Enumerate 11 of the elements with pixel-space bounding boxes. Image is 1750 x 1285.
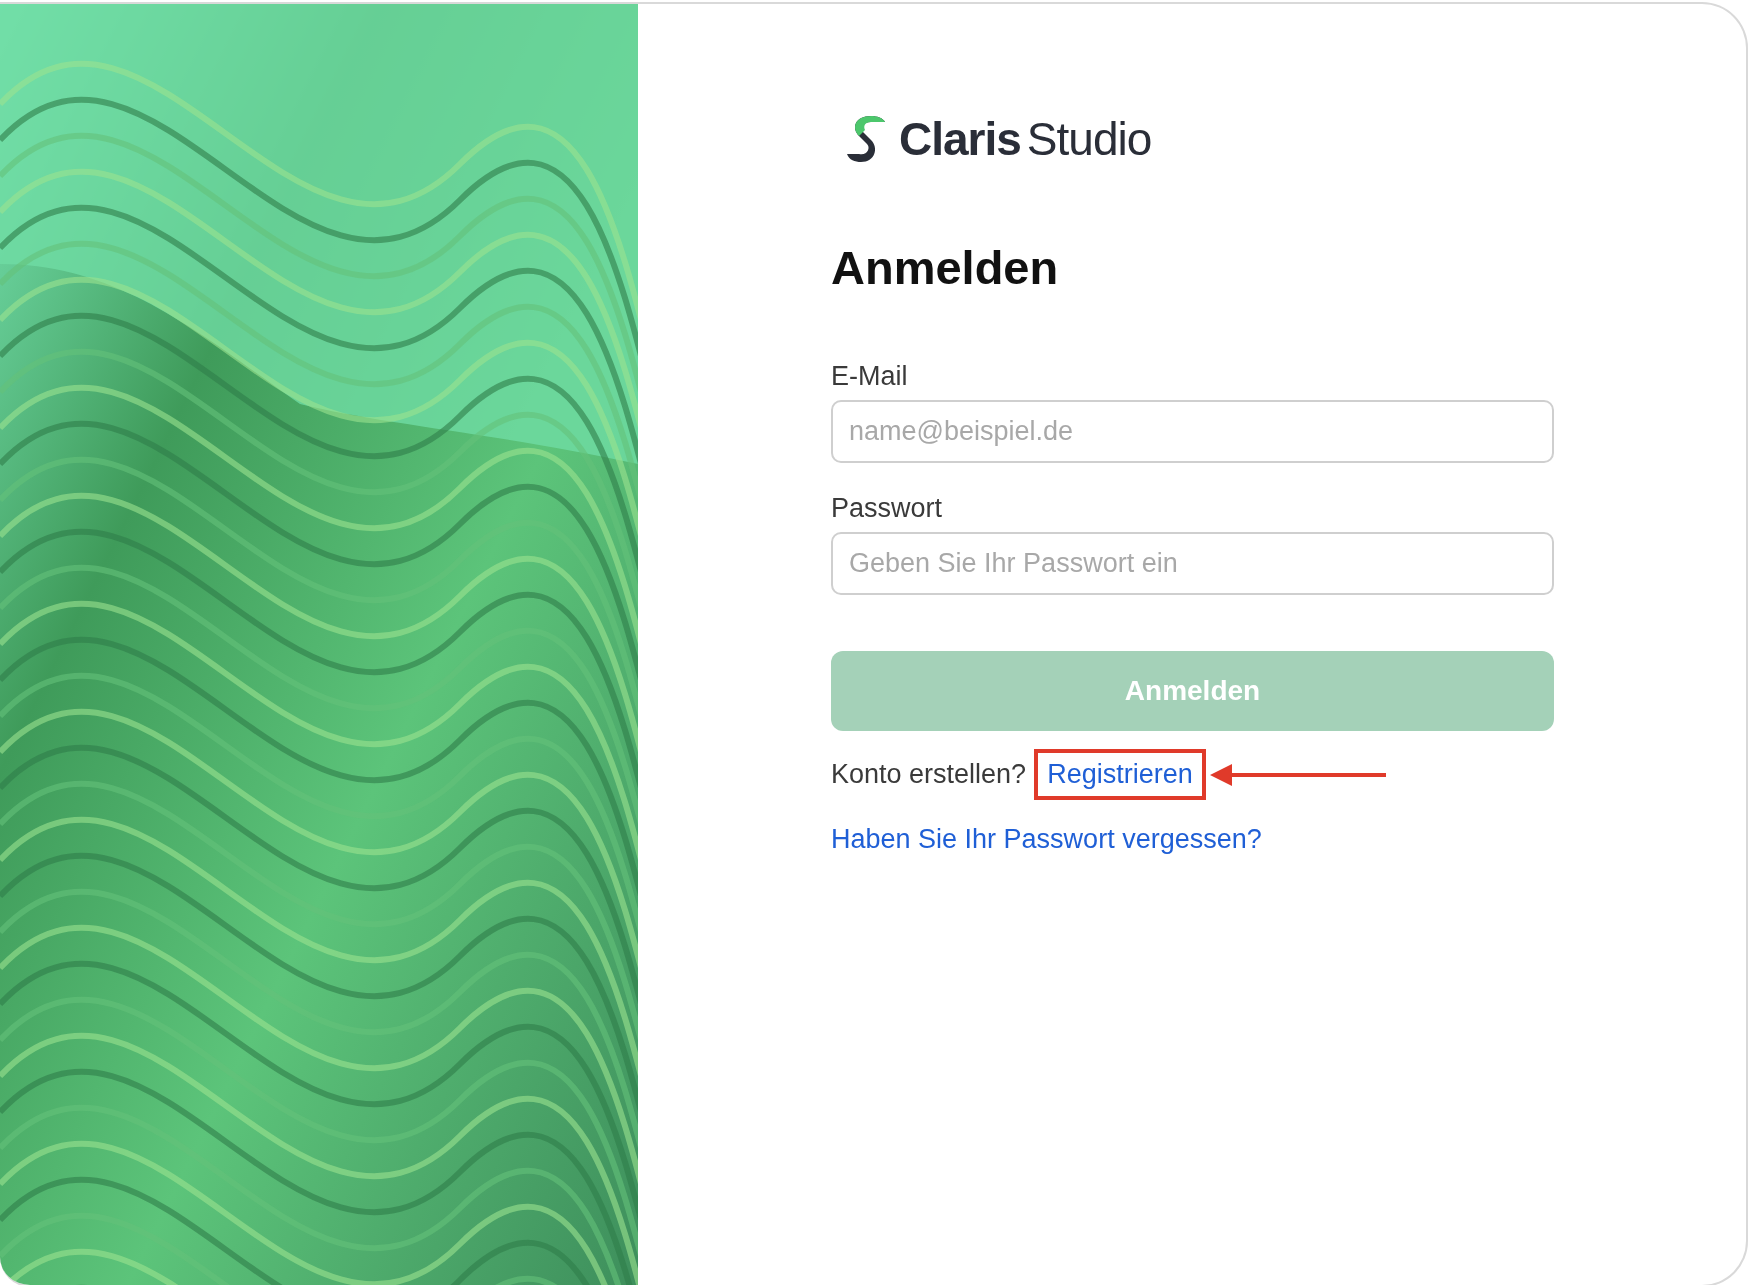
register-link[interactable]: Registrieren	[1047, 759, 1193, 789]
email-field[interactable]: name@beispiel.de	[831, 400, 1554, 463]
field-label: E-Mail	[831, 361, 908, 392]
field-label: Passwort	[831, 493, 943, 524]
forgot-password-link[interactable]: Haben Sie Ihr Passwort vergessen?	[831, 824, 1262, 855]
page-heading: Anmelden	[831, 240, 1059, 295]
annotation-arrow-icon	[1209, 762, 1386, 787]
password-field[interactable]: Geben Sie Ihr Passwort ein	[831, 532, 1554, 595]
brand-name: Claris	[899, 112, 1021, 166]
signup-prompt: Konto erstellen?	[831, 759, 1027, 790]
product-name: Studio	[1026, 112, 1152, 166]
